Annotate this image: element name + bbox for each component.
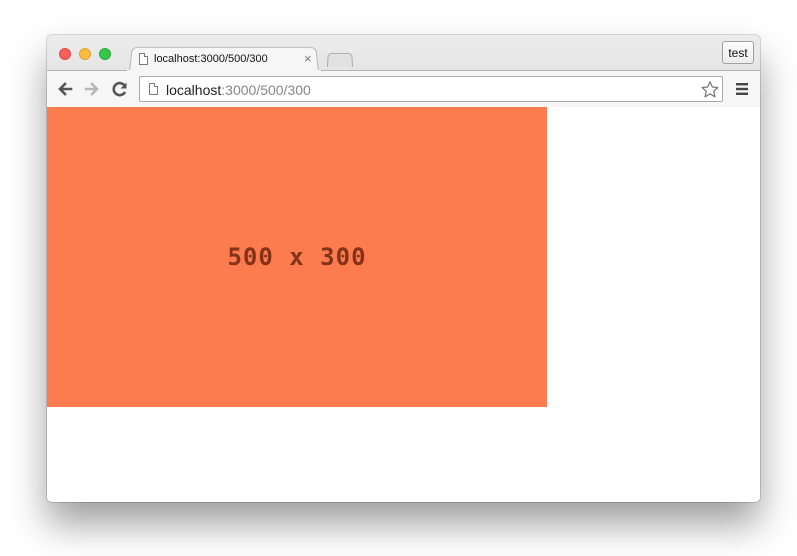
page-icon xyxy=(149,83,158,95)
hamburger-menu-icon[interactable] xyxy=(733,79,753,99)
back-arrow-icon[interactable] xyxy=(55,79,75,99)
reload-icon[interactable] xyxy=(110,79,130,99)
tab-content[interactable]: localhost:3000/500/300 × xyxy=(137,51,312,70)
profile-button[interactable]: test xyxy=(722,41,754,64)
tab-title: localhost:3000/500/300 xyxy=(154,53,268,65)
tab-close-icon[interactable]: × xyxy=(304,51,312,67)
close-window-button[interactable] xyxy=(59,48,71,60)
url-host: localhost xyxy=(166,82,222,98)
new-tab-button[interactable] xyxy=(327,53,353,67)
browser-chrome: localhost:3000/500/300 × test localhost:… xyxy=(47,35,760,108)
tab-bottom-merge xyxy=(127,70,321,72)
browser-window: localhost:3000/500/300 × test localhost:… xyxy=(47,35,760,502)
star-icon[interactable] xyxy=(700,80,720,100)
image-size-label: 500 x 300 xyxy=(227,243,367,271)
url-text[interactable]: localhost:3000/500/300 xyxy=(166,82,311,98)
minimize-window-button[interactable] xyxy=(79,48,91,60)
maximize-window-button[interactable] xyxy=(99,48,111,60)
page-viewport: 500 x 300 xyxy=(47,107,760,502)
page-icon xyxy=(139,53,148,65)
address-bar[interactable]: localhost:3000/500/300 xyxy=(139,76,723,102)
url-path: :3000/500/300 xyxy=(221,82,311,98)
forward-arrow-icon[interactable] xyxy=(82,79,102,99)
placeholder-image: 500 x 300 xyxy=(47,107,547,407)
